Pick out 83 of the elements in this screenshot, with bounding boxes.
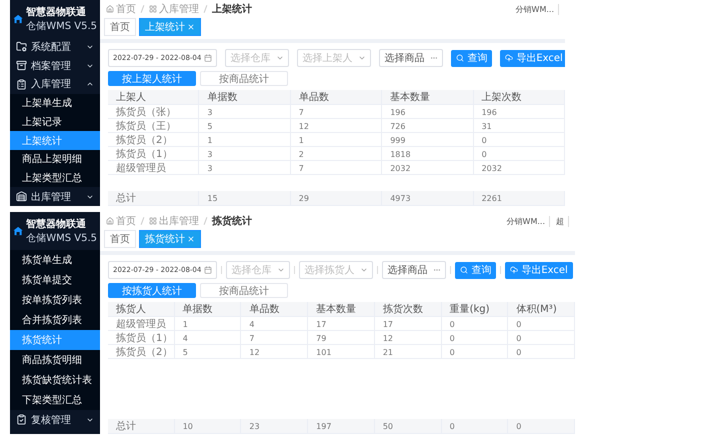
total-cell: 15	[199, 191, 291, 205]
sidebar-item[interactable]: 拣货缺货统计表	[10, 370, 100, 390]
table-cell: 3	[199, 161, 291, 175]
cloud-icon	[510, 266, 518, 274]
column-header: 单品数	[241, 302, 308, 316]
table-cell: 7	[290, 161, 382, 175]
search-icon	[456, 54, 464, 62]
total-cell: 总计	[108, 419, 175, 433]
total-cell: 197	[308, 419, 375, 433]
total-cell: 0	[442, 419, 508, 433]
sidebar-item[interactable]: 商品拣货明细	[10, 350, 100, 370]
mode-toggle[interactable]: 按商品统计	[200, 71, 288, 86]
column-header: 拣货次数	[374, 302, 442, 316]
select-field[interactable]: 选择上架人	[297, 49, 372, 67]
sidebar-item[interactable]: 商品上架明细	[10, 150, 100, 169]
app-version: 仓储WMS V5.5	[26, 20, 97, 33]
sidebar-item[interactable]: 上架类型汇总	[10, 168, 100, 188]
header-label[interactable]: 分销WM...	[506, 216, 550, 226]
column-header: 单品数	[290, 90, 382, 104]
page-tab[interactable]: 首页	[104, 18, 136, 36]
table-cell: 12	[241, 345, 308, 359]
table-cell: 拣货员（2）	[108, 345, 175, 359]
table-cell: 0	[508, 345, 575, 359]
table-cell: 5	[174, 345, 242, 359]
cloud-icon	[505, 54, 514, 62]
sidebar-item[interactable]: 拣货单提交	[10, 270, 100, 290]
grid-icon	[149, 217, 157, 225]
total-cell: 2261	[474, 191, 565, 205]
total-cell: 50	[374, 419, 442, 433]
grid-icon	[149, 5, 157, 13]
column-header: 上架人	[108, 90, 200, 104]
header-label[interactable]: 分销WM...	[516, 4, 559, 14]
caret-icon	[277, 266, 286, 274]
sidebar-item[interactable]: 拣货单生成	[10, 250, 100, 270]
close-icon[interactable]	[187, 23, 195, 31]
menu-icon	[16, 60, 27, 72]
column-header: 基本数量	[308, 302, 375, 316]
total-cell: 0	[508, 419, 575, 433]
table-cell: 超级管理员	[108, 161, 200, 175]
menu-icon	[16, 41, 27, 52]
table-cell: 101	[308, 345, 375, 359]
sidebar-item[interactable]: 下架类型汇总	[10, 390, 100, 410]
sidebar-item[interactable]: 合并拣货列表	[10, 310, 100, 330]
column-header: 单据数	[199, 90, 291, 104]
column-header: 重量(kg)	[442, 302, 508, 316]
calendar-icon	[204, 54, 212, 62]
mode-toggle[interactable]: 按商品统计	[200, 283, 288, 298]
total-cell: 4973	[382, 191, 474, 205]
breadcrumb-item: 拣货统计	[212, 214, 252, 228]
caret-icon	[360, 266, 368, 274]
table-cell: 0	[442, 345, 508, 359]
search-icon	[460, 266, 468, 274]
total-cell: 总计	[108, 191, 200, 205]
close-icon[interactable]	[187, 235, 195, 243]
column-header: 体积(M³)	[508, 302, 575, 316]
total-cell: 23	[241, 419, 308, 433]
table-cell: 21	[374, 345, 442, 359]
app-title: 智慧器物联通	[26, 218, 88, 231]
menu-icon	[16, 414, 27, 425]
menu-icon	[16, 191, 27, 202]
table-cell: 2032	[382, 161, 474, 175]
column-header: 单据数	[174, 302, 242, 316]
header-label[interactable]: 超	[556, 216, 569, 226]
column-header: 上架次数	[474, 90, 565, 104]
app-version: 仓储WMS V5.5	[26, 232, 97, 245]
sidebar-item[interactable]: 按单拣货列表	[10, 290, 100, 310]
sidebar-item[interactable]: 上架记录	[10, 112, 100, 132]
home-icon	[106, 217, 114, 225]
total-cell: 10	[174, 419, 242, 433]
table-cell: 2032	[474, 161, 565, 175]
column-header: 拣货人	[108, 302, 175, 316]
select-field[interactable]: 选择拣货人	[299, 261, 374, 279]
breadcrumb-item: 上架统计	[212, 2, 252, 16]
menu-icon	[16, 78, 27, 90]
page-tab[interactable]: 首页	[104, 230, 136, 248]
calendar-icon	[204, 266, 212, 274]
caret-icon	[358, 54, 366, 62]
caret-icon	[276, 54, 284, 62]
column-header: 基本数量	[382, 90, 474, 104]
sidebar-item[interactable]: 上架单生成	[10, 94, 100, 112]
app-title: 智慧器物联通	[26, 6, 88, 19]
total-cell: 29	[290, 191, 382, 205]
home-icon	[106, 5, 114, 13]
